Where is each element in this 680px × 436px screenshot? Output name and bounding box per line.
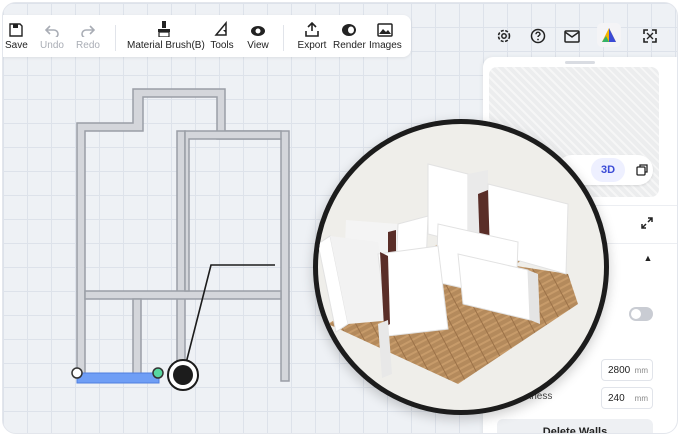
images-icon	[377, 23, 393, 37]
wall-toggle[interactable]	[629, 307, 653, 321]
main-toolbar: Save Undo Redo Material Brush(B) Tools V…	[3, 15, 411, 57]
wall-endpoint-start	[71, 367, 83, 379]
mode-3d-option[interactable]: 3D	[591, 158, 625, 182]
delete-walls-button[interactable]: Delete Walls	[497, 419, 653, 433]
callout-line	[182, 264, 275, 376]
collapse-caret-icon[interactable]: ▲	[641, 253, 655, 267]
help-button[interactable]	[527, 25, 549, 47]
undo-button[interactable]: Undo	[39, 19, 65, 51]
copy-icon	[636, 164, 648, 176]
tools-button[interactable]: Tools	[209, 19, 235, 51]
wall-segment	[132, 298, 142, 376]
wall-segment	[184, 130, 282, 292]
wall-segment	[176, 130, 186, 380]
thickness-field[interactable]: 240 mm	[601, 387, 653, 409]
app-frame: Save Undo Redo Material Brush(B) Tools V…	[2, 2, 678, 434]
save-icon	[9, 23, 23, 37]
toolbar-divider	[115, 25, 116, 51]
toolbar-divider	[283, 25, 284, 51]
settings-button[interactable]	[493, 25, 515, 47]
redo-icon	[81, 25, 95, 37]
callout-anchor-dot	[173, 365, 193, 385]
undo-icon	[45, 25, 59, 37]
save-button[interactable]: Save	[5, 19, 28, 51]
eye-icon	[251, 26, 265, 36]
panel-drag-handle[interactable]	[565, 61, 595, 64]
view-button[interactable]: View	[245, 19, 271, 51]
expand-icon	[641, 217, 653, 229]
export-button[interactable]: Export	[297, 19, 327, 51]
tools-icon	[214, 21, 227, 36]
height-field[interactable]: 2800 mm	[601, 359, 653, 381]
wall-endpoint-end	[152, 367, 164, 379]
images-button[interactable]: Images	[369, 19, 402, 51]
export-icon	[305, 22, 319, 37]
3d-preview-magnifier	[313, 119, 609, 415]
selected-wall	[76, 372, 160, 384]
redo-button[interactable]: Redo	[75, 19, 101, 51]
expand-button[interactable]	[637, 213, 657, 233]
fullscreen-button[interactable]	[639, 25, 661, 47]
3d-room-render	[318, 163, 578, 384]
mail-button[interactable]	[561, 25, 583, 47]
brush-icon	[158, 21, 170, 37]
wall-segment	[84, 290, 282, 300]
render-icon	[342, 24, 356, 36]
brand-logo-icon	[602, 28, 616, 42]
brand-logo[interactable]	[597, 23, 621, 47]
render-button[interactable]: Render	[333, 19, 366, 51]
mail-icon	[564, 29, 580, 43]
help-icon	[530, 28, 546, 44]
material-brush-button[interactable]: Material Brush(B)	[127, 19, 205, 51]
settings-icon	[497, 29, 511, 43]
fullscreen-icon	[643, 29, 657, 43]
copy-button[interactable]	[631, 159, 653, 181]
